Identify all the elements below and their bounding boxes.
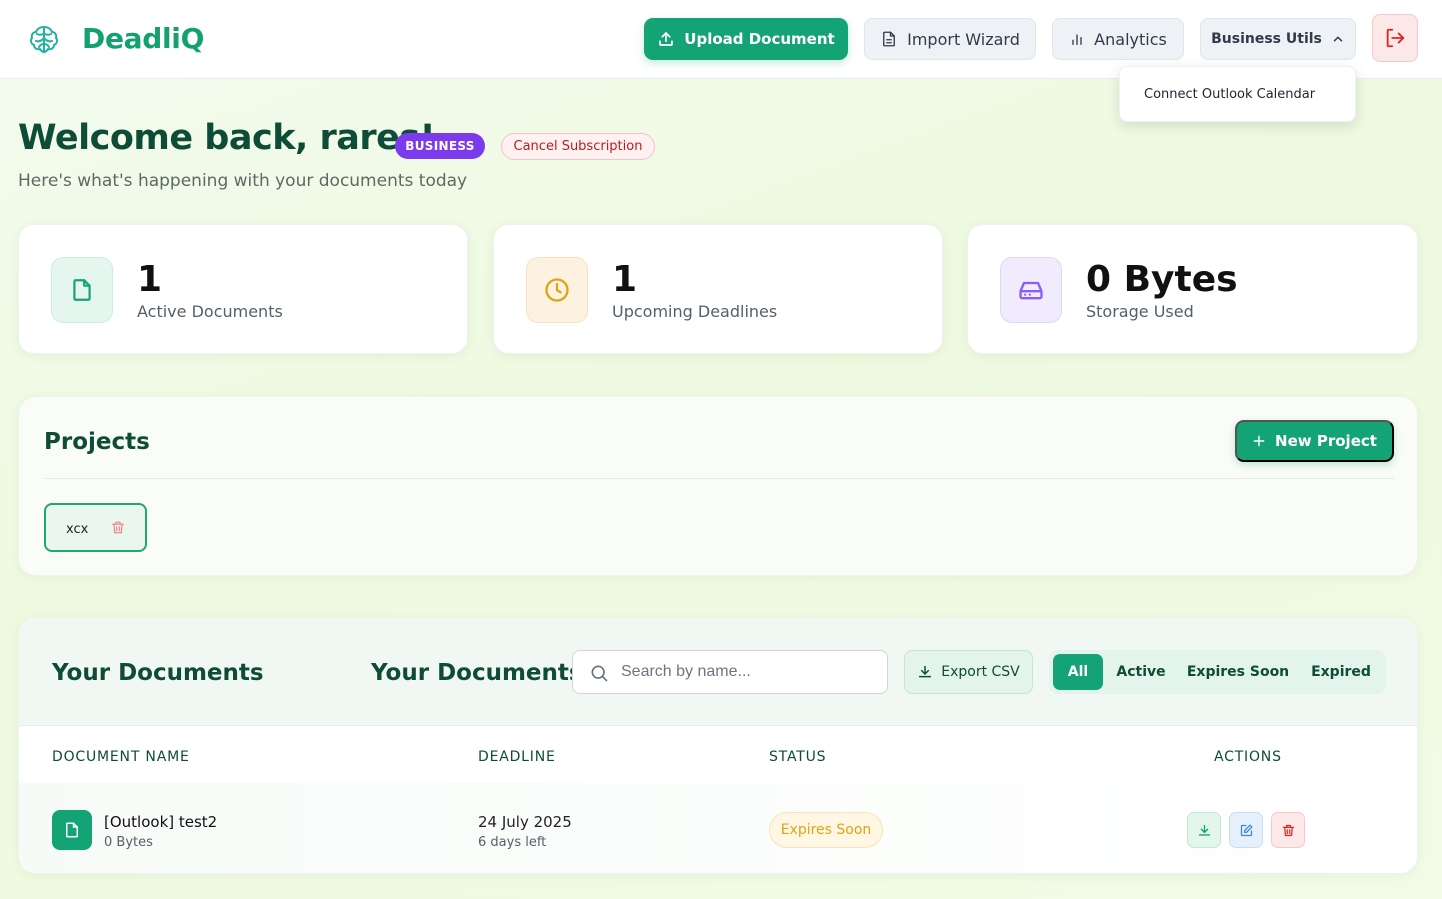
download-icon bbox=[1198, 824, 1210, 836]
upload-document-button[interactable]: Upload Document bbox=[644, 18, 848, 60]
stat-card-active-documents: 1 Active Documents bbox=[18, 224, 468, 354]
file-icon bbox=[66, 822, 78, 838]
status-filter-tabs: All Active Expires Soon Expired bbox=[1049, 650, 1386, 694]
app-logo-text[interactable]: DeadliQ bbox=[82, 22, 204, 55]
stat-value: 1 bbox=[137, 259, 163, 300]
document-name[interactable]: [Outlook] test2 bbox=[104, 813, 217, 831]
export-csv-label: Export CSV bbox=[941, 664, 1020, 680]
search-icon bbox=[591, 665, 608, 682]
column-header-document-name: DOCUMENT NAME bbox=[52, 749, 190, 765]
stat-label: Storage Used bbox=[1086, 302, 1194, 321]
document-size: 0 Bytes bbox=[104, 835, 153, 850]
business-utils-dropdown[interactable]: Business Utils bbox=[1200, 18, 1356, 60]
stat-label: Upcoming Deadlines bbox=[612, 302, 778, 321]
column-header-deadline: DEADLINE bbox=[478, 749, 556, 765]
download-icon bbox=[919, 665, 932, 678]
column-header-actions: ACTIONS bbox=[1214, 749, 1282, 765]
column-header-status: STATUS bbox=[769, 749, 827, 765]
new-project-button[interactable]: New Project bbox=[1235, 420, 1394, 462]
page-subtitle: Here's what's happening with your docume… bbox=[18, 171, 468, 191]
new-project-label: New Project bbox=[1275, 432, 1377, 450]
delete-document-button[interactable] bbox=[1271, 812, 1305, 848]
analytics-button[interactable]: Analytics bbox=[1052, 18, 1184, 60]
document-days-left: 6 days left bbox=[478, 835, 547, 850]
import-wizard-label: Import Wizard bbox=[907, 29, 1020, 49]
search-input[interactable] bbox=[621, 651, 881, 693]
project-name: xcx bbox=[66, 522, 89, 537]
import-wizard-button[interactable]: Import Wizard bbox=[864, 18, 1036, 60]
stat-label: Active Documents bbox=[137, 302, 283, 321]
divider bbox=[44, 478, 1394, 479]
trash-icon[interactable] bbox=[110, 519, 126, 536]
document-icon bbox=[883, 31, 896, 47]
logout-icon bbox=[1386, 28, 1405, 48]
filter-tab-all[interactable]: All bbox=[1053, 654, 1103, 690]
clock-icon bbox=[545, 278, 569, 302]
filter-tab-expires-soon[interactable]: Expires Soon bbox=[1183, 654, 1293, 690]
stat-icon-box bbox=[1000, 257, 1062, 323]
search-box bbox=[572, 650, 888, 694]
download-document-button[interactable] bbox=[1187, 812, 1221, 848]
projects-title: Projects bbox=[44, 429, 150, 455]
stat-icon-box bbox=[51, 257, 113, 323]
stat-icon-box bbox=[526, 257, 588, 323]
hard-drive-icon bbox=[1019, 281, 1043, 300]
trash-icon bbox=[1282, 824, 1294, 836]
business-utils-menu: Connect Outlook Calendar bbox=[1119, 66, 1356, 122]
brain-logo-icon bbox=[29, 26, 59, 53]
filter-tab-active[interactable]: Active bbox=[1111, 654, 1171, 690]
documents-toolbar: Your Documents Your Documents Export CSV… bbox=[19, 618, 1417, 726]
menu-item-connect-outlook[interactable]: Connect Outlook Calendar bbox=[1144, 87, 1315, 102]
filter-tab-expired[interactable]: Expired bbox=[1305, 654, 1377, 690]
analytics-label: Analytics bbox=[1094, 29, 1167, 49]
stat-value: 0 Bytes bbox=[1086, 259, 1238, 300]
document-deadline: 24 July 2025 bbox=[478, 813, 572, 831]
documents-title: Your Documents bbox=[52, 660, 264, 686]
projects-panel: Projects New Project xcx bbox=[18, 396, 1418, 576]
chevron-up-icon bbox=[1333, 36, 1343, 42]
upload-document-label: Upload Document bbox=[684, 30, 835, 48]
documents-title-secondary: Your Documents bbox=[371, 660, 583, 686]
table-row: [Outlook] test2 0 Bytes 24 July 2025 6 d… bbox=[19, 783, 1417, 873]
stat-card-upcoming-deadlines: 1 Upcoming Deadlines bbox=[493, 224, 943, 354]
stat-value: 1 bbox=[612, 259, 638, 300]
status-badge: Expires Soon bbox=[769, 812, 883, 848]
file-icon bbox=[73, 279, 91, 301]
stat-card-storage-used: 0 Bytes Storage Used bbox=[967, 224, 1418, 354]
logout-button[interactable] bbox=[1372, 14, 1418, 62]
project-chip[interactable]: xcx bbox=[44, 503, 147, 552]
upload-icon bbox=[659, 32, 674, 46]
document-file-icon bbox=[52, 810, 92, 850]
cancel-subscription-button[interactable]: Cancel Subscription bbox=[501, 133, 655, 160]
edit-document-button[interactable] bbox=[1229, 812, 1263, 848]
documents-panel: Your Documents Your Documents Export CSV… bbox=[18, 617, 1418, 874]
page-title: Welcome back, rares! bbox=[18, 118, 436, 158]
business-utils-label: Business Utils bbox=[1211, 31, 1322, 47]
export-csv-button[interactable]: Export CSV bbox=[904, 650, 1033, 694]
bar-chart-icon bbox=[1072, 34, 1082, 45]
plan-badge: BUSINESS bbox=[395, 133, 485, 159]
edit-icon bbox=[1240, 824, 1252, 836]
plus-icon bbox=[1253, 435, 1265, 447]
